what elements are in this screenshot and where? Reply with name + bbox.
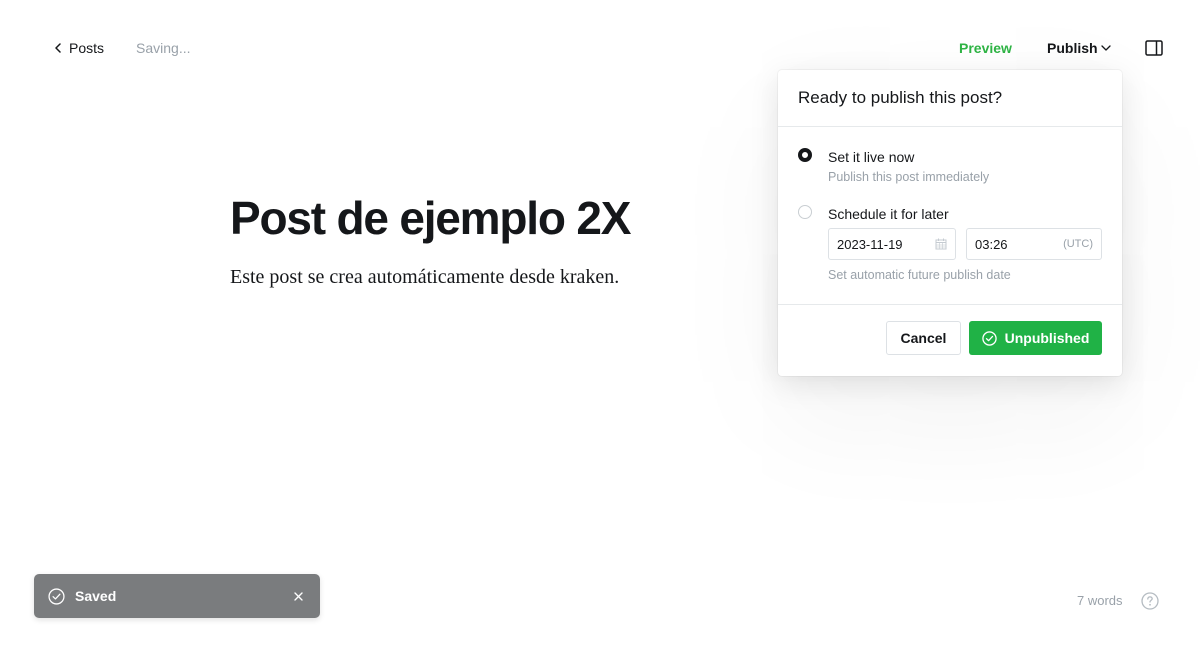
option-schedule-later[interactable]: Schedule it for later (798, 205, 949, 223)
unpublished-button-label: Unpublished (1004, 330, 1090, 346)
option-label: Set it live now (828, 149, 915, 165)
chevron-down-icon (1100, 45, 1111, 51)
check-circle-icon (48, 587, 65, 605)
schedule-time-input[interactable]: 03:26 (UTC) (966, 228, 1102, 260)
radio-schedule-later[interactable] (798, 205, 812, 219)
back-link-label: Posts (69, 40, 105, 56)
option-schedule-later-text: Schedule it for later (828, 205, 949, 223)
publish-button-label: Publish (1047, 40, 1098, 56)
publish-panel-header: Ready to publish this post? (778, 70, 1122, 127)
publish-dropdown-button[interactable]: Publish (1047, 38, 1111, 58)
schedule-date-value: 2023-11-19 (837, 236, 903, 252)
close-icon (293, 591, 303, 601)
option-label: Schedule it for later (828, 206, 949, 222)
preview-button[interactable]: Preview (959, 38, 1012, 58)
option-publish-now[interactable]: Set it live now Publish this post immedi… (798, 148, 989, 184)
timezone-label: (UTC) (1063, 238, 1093, 250)
post-body[interactable]: Este post se crea automáticamente desde … (230, 264, 619, 290)
radio-publish-now[interactable] (798, 148, 812, 162)
saved-toast: Saved (34, 574, 320, 618)
option-publish-now-text: Set it live now Publish this post immedi… (828, 148, 989, 184)
post-title[interactable]: Post de ejemplo 2X (230, 190, 631, 246)
word-count: 7 words (1077, 593, 1123, 608)
schedule-description: Set automatic future publish date (828, 268, 1011, 282)
publish-panel: Ready to publish this post? Set it live … (778, 70, 1122, 376)
calendar-icon (935, 238, 947, 250)
toast-close-button[interactable] (290, 588, 306, 604)
unpublished-button[interactable]: Unpublished (969, 321, 1102, 355)
check-circle-icon (981, 330, 997, 346)
back-to-posts-link[interactable]: Posts (55, 40, 104, 56)
editor-topbar-left: Posts Saving... (55, 38, 191, 58)
toast-message: Saved (75, 588, 117, 604)
schedule-time-value: 03:26 (975, 236, 1008, 252)
save-status: Saving... (136, 40, 191, 56)
chevron-left-icon (55, 43, 61, 53)
sidebar-toggle-icon[interactable] (1145, 40, 1163, 56)
help-icon[interactable] (1141, 592, 1159, 610)
cancel-button[interactable]: Cancel (886, 321, 961, 355)
panel-divider (778, 304, 1122, 305)
option-description: Publish this post immediately (828, 170, 990, 184)
schedule-date-input[interactable]: 2023-11-19 (828, 228, 956, 260)
